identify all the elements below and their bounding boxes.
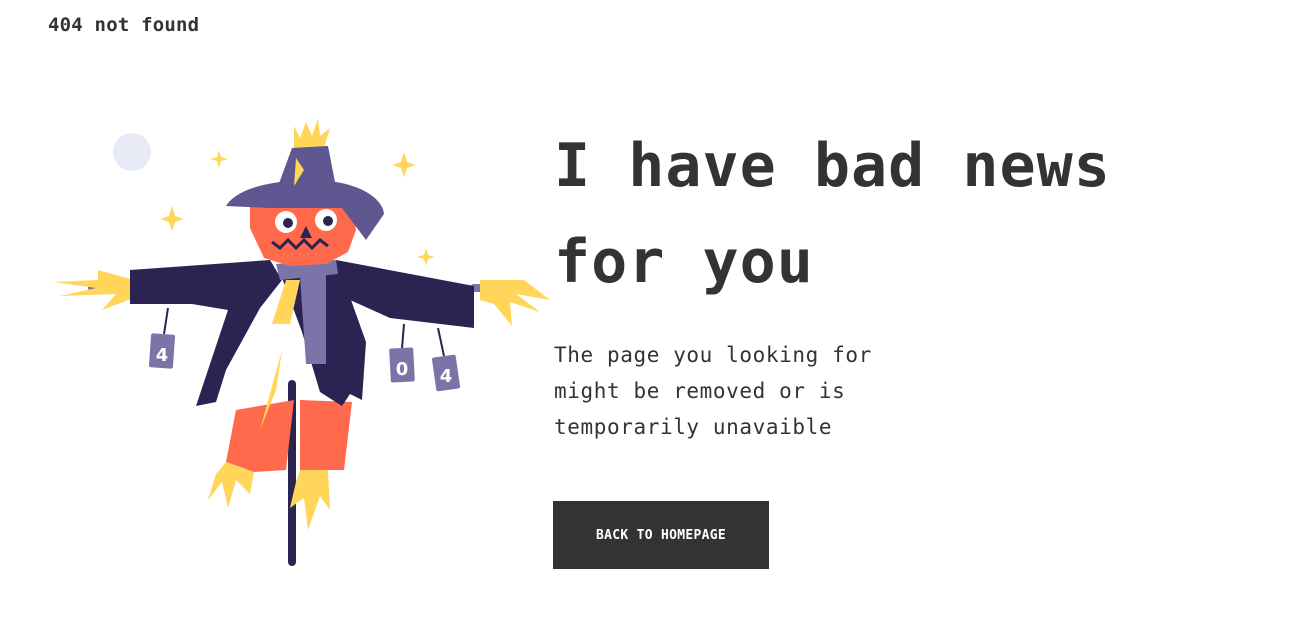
headline-line-1: I have bad news <box>554 131 1111 201</box>
can-digit-left: 4 <box>156 345 169 366</box>
moon-icon <box>113 133 151 171</box>
error-description: The page you looking for might be remove… <box>554 337 872 445</box>
headline-line-2: for you <box>554 227 814 297</box>
back-to-homepage-button[interactable]: BACK TO HOMEPAGE <box>553 501 769 569</box>
can-digit-right: 4 <box>440 366 453 387</box>
description-line-3: temporarily unavaible <box>554 415 833 439</box>
page-headline: I have bad news for you <box>554 118 1274 310</box>
site-label: 404 not found <box>48 14 200 36</box>
description-line-2: might be removed or is <box>554 379 846 403</box>
can-digit-middle: 0 <box>396 359 409 380</box>
description-line-1: The page you looking for <box>554 343 872 367</box>
scarecrow-illustration: 4 0 4 <box>54 118 550 566</box>
